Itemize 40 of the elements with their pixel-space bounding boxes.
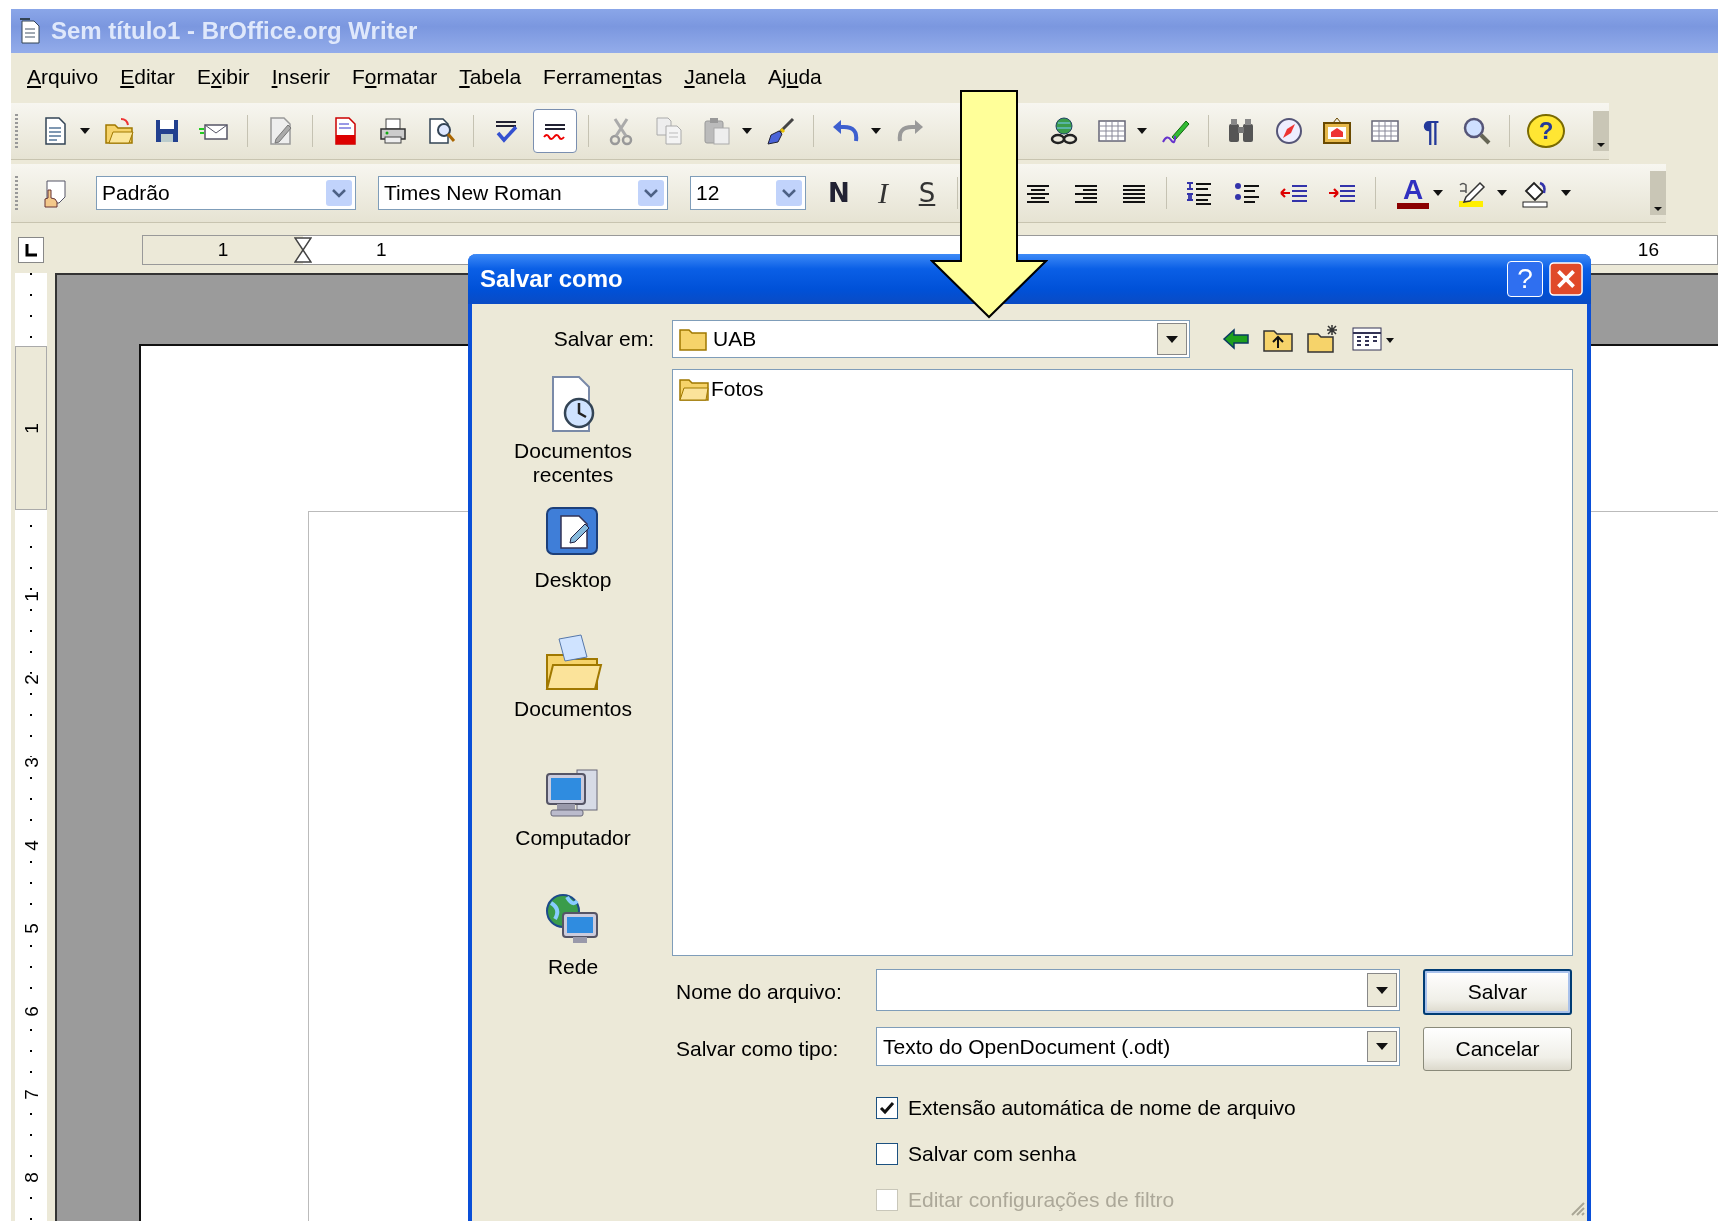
help-button[interactable]: ? (1527, 114, 1565, 148)
ruler-number: 1 (375, 239, 388, 261)
checkbox-label: Editar configurações de filtro (908, 1188, 1175, 1212)
place-item[interactable]: Desktop (488, 502, 658, 631)
save-in-label: Salvar em: (553, 327, 655, 351)
menu-item[interactable]: Arquivo (16, 65, 110, 89)
menu-item[interactable]: Editar (109, 65, 187, 89)
font-size-combo[interactable]: 12 (690, 176, 806, 210)
italic-button[interactable]: I (864, 176, 902, 210)
place-item[interactable]: Documentos (488, 631, 658, 760)
file-type-label: Salvar como tipo: (675, 1037, 840, 1061)
menu-item[interactable]: Formatar (341, 65, 449, 89)
underline-button[interactable]: S (908, 178, 946, 208)
bold-button[interactable]: N (820, 178, 858, 208)
checkbox-label: Extensão automática de nome de arquivo (908, 1096, 1296, 1120)
dialog-title: Salvar como (480, 265, 624, 293)
file-item[interactable]: Fotos (677, 376, 766, 402)
place-item[interactable]: Documentos recentes (488, 373, 658, 502)
font-name-combo[interactable]: Times New Roman (378, 176, 668, 210)
menu-item[interactable]: Ajuda (757, 65, 833, 89)
menu-item[interactable]: Inserir (260, 65, 341, 89)
save-in-combo[interactable]: UAB (672, 320, 1190, 358)
file-type-combo[interactable]: Texto do OpenDocument (.odt) (876, 1027, 1400, 1066)
menu-item[interactable]: Janela (673, 65, 758, 89)
ruler-number: 16 (1636, 239, 1660, 261)
cancel-button[interactable]: Cancelar (1423, 1027, 1572, 1071)
checkbox-label: Salvar com senha (908, 1142, 1077, 1166)
place-item[interactable]: Computador (488, 760, 658, 889)
save-button[interactable]: Salvar (1423, 969, 1572, 1015)
file-name-label: Nome do arquivo: (675, 980, 843, 1004)
window-title: Sem título1 - BrOffice.org Writer (51, 17, 418, 45)
paragraph-style-combo[interactable]: Padrão (96, 176, 356, 210)
help-button[interactable]: ? (1507, 261, 1543, 297)
formatting-marks-button[interactable]: ¶ (1412, 114, 1450, 148)
place-item[interactable]: Rede (488, 889, 658, 1018)
font-color-button[interactable]: A (1397, 177, 1429, 209)
ruler-number: 1 (216, 239, 230, 261)
menu-item[interactable]: Ferramentas (532, 65, 674, 89)
menu-item[interactable]: Exibir (186, 65, 261, 89)
menu-item[interactable]: Tabela (448, 65, 533, 89)
